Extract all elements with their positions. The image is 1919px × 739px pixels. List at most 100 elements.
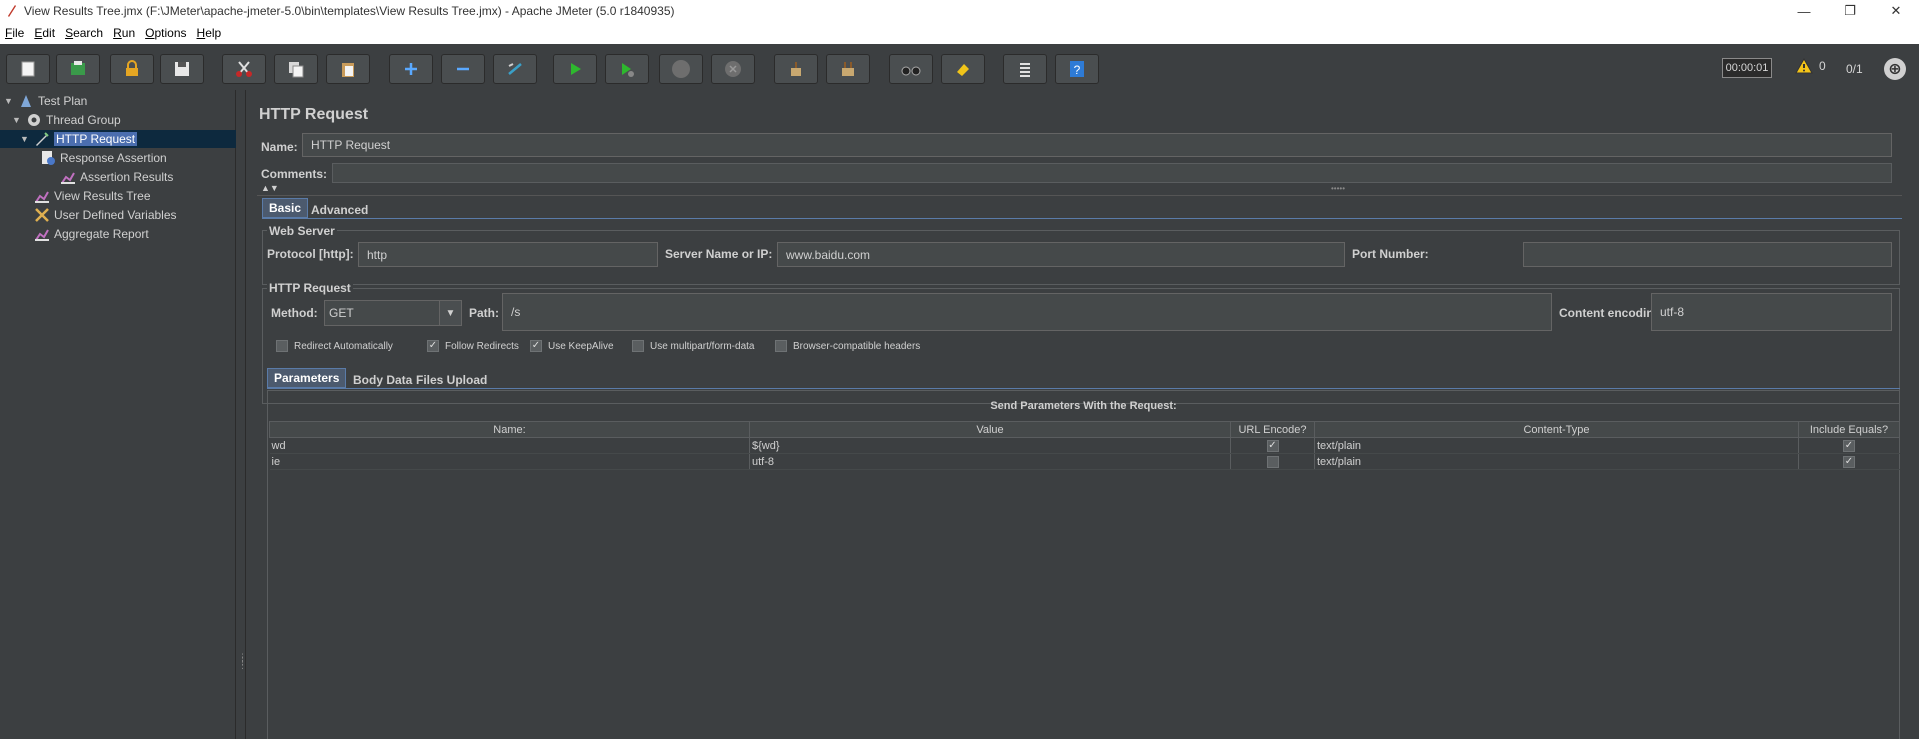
menu-search[interactable]: Search: [60, 26, 108, 40]
tree-item-assertion-results[interactable]: Assertion Results: [60, 168, 173, 186]
name-field[interactable]: HTTP Request: [302, 133, 1892, 157]
warning-icon: [1795, 58, 1813, 74]
tree-label: HTTP Request: [54, 132, 138, 146]
column-header-include-equals[interactable]: Include Equals?: [1798, 421, 1900, 438]
include-equals-cell[interactable]: ✓: [1798, 437, 1900, 454]
collapse-icon[interactable]: ▼: [20, 134, 30, 144]
param-name-cell[interactable]: wd: [269, 437, 750, 454]
checkbox-box[interactable]: [276, 340, 288, 352]
tree-item-test-plan[interactable]: ▼ Test Plan: [4, 92, 87, 110]
split-pane-divider[interactable]: ⋮ ⋮ ⋮: [236, 90, 247, 739]
cut-button[interactable]: [222, 54, 266, 84]
tree-item-user-defined-variables[interactable]: User Defined Variables: [34, 206, 177, 224]
toggle-button[interactable]: [493, 54, 537, 84]
menu-file[interactable]: File: [0, 26, 29, 40]
elapsed-timer: 00:00:01: [1722, 58, 1772, 78]
tab-basic[interactable]: Basic: [262, 198, 309, 218]
stop-button[interactable]: [659, 54, 703, 84]
help-button[interactable]: ?: [1055, 54, 1099, 84]
encoding-field[interactable]: utf-8: [1651, 293, 1892, 331]
tree-item-thread-group[interactable]: ▼ Thread Group: [12, 111, 121, 129]
follow-redirects-checkbox[interactable]: ✓ Follow Redirects: [427, 340, 519, 352]
table-row[interactable]: ie utf-8 text/plain ✓: [269, 453, 1900, 470]
redirect-automatically-checkbox[interactable]: Redirect Automatically: [276, 340, 393, 352]
tab-advanced[interactable]: Advanced: [305, 200, 374, 220]
new-button[interactable]: [6, 54, 50, 84]
close-button[interactable]: ✕: [1873, 0, 1919, 22]
include-equals-cell[interactable]: ✓: [1798, 453, 1900, 470]
open-button[interactable]: [110, 54, 154, 84]
url-encode-cell[interactable]: ✓: [1230, 437, 1315, 454]
checkbox-box[interactable]: [1266, 455, 1279, 468]
use-keepalive-checkbox[interactable]: ✓ Use KeepAlive: [530, 340, 614, 352]
start-no-pauses-button[interactable]: [605, 54, 649, 84]
checkbox-box[interactable]: [775, 340, 787, 352]
menu-options[interactable]: Options: [140, 26, 191, 40]
reset-search-button[interactable]: [941, 54, 985, 84]
paste-button[interactable]: [326, 54, 370, 84]
clear-button[interactable]: [774, 54, 818, 84]
comments-field[interactable]: [332, 163, 1892, 183]
column-header-name[interactable]: Name:: [269, 421, 750, 438]
collapse-all-button[interactable]: [441, 54, 485, 84]
chevron-down-icon[interactable]: ▼: [439, 301, 461, 325]
checkmark-icon[interactable]: ✓: [1843, 439, 1855, 452]
shutdown-button[interactable]: [711, 54, 755, 84]
checkmark-icon[interactable]: ✓: [530, 340, 542, 352]
vertical-scrollbar[interactable]: [1902, 90, 1918, 739]
port-field[interactable]: [1523, 242, 1892, 267]
checkmark-icon[interactable]: ✓: [1843, 455, 1855, 468]
start-button[interactable]: [553, 54, 597, 84]
remote-globe-icon[interactable]: ⊕: [1884, 58, 1906, 80]
column-header-url-encode[interactable]: URL Encode?: [1230, 421, 1315, 438]
expand-collapse-arrows-icon[interactable]: ▲▼: [261, 183, 279, 193]
column-header-content-type[interactable]: Content-Type: [1314, 421, 1799, 438]
tab-files-upload[interactable]: Files Upload: [410, 370, 493, 390]
function-helper-button[interactable]: [1003, 54, 1047, 84]
menu-help[interactable]: Help: [192, 26, 227, 40]
tree-label: Thread Group: [46, 113, 121, 127]
tab-body-data[interactable]: Body Data: [347, 370, 418, 390]
url-encode-cell[interactable]: [1230, 453, 1315, 470]
tree-item-http-request[interactable]: ▼ HTTP Request: [20, 130, 138, 148]
toggle-icon: [508, 63, 522, 75]
param-value-cell[interactable]: utf-8: [749, 453, 1231, 470]
table-row[interactable]: wd ${wd} ✓ text/plain ✓: [269, 437, 1900, 454]
restore-button[interactable]: ❐: [1827, 0, 1873, 22]
menu-edit[interactable]: Edit: [29, 26, 60, 40]
clear-all-button[interactable]: [826, 54, 870, 84]
tab-parameters[interactable]: Parameters: [267, 368, 347, 388]
collapse-icon[interactable]: ▼: [12, 115, 22, 125]
server-field[interactable]: www.baidu.com: [777, 242, 1345, 267]
column-header-value[interactable]: Value: [749, 421, 1231, 438]
search-button[interactable]: [889, 54, 933, 84]
path-field[interactable]: /s: [502, 293, 1552, 331]
checkbox-box[interactable]: [632, 340, 644, 352]
warning-indicator[interactable]: 0: [1795, 58, 1826, 74]
broom-icon: [791, 62, 801, 76]
copy-button[interactable]: [274, 54, 318, 84]
param-name-cell[interactable]: ie: [269, 453, 750, 470]
param-value-cell[interactable]: ${wd}: [749, 437, 1231, 454]
browser-compatible-headers-checkbox[interactable]: Browser-compatible headers: [775, 340, 920, 352]
protocol-field[interactable]: http: [358, 242, 658, 267]
minimize-button[interactable]: —: [1781, 0, 1827, 22]
use-multipart-checkbox[interactable]: Use multipart/form-data: [632, 340, 754, 352]
save-button[interactable]: [160, 54, 204, 84]
tree-item-aggregate-report[interactable]: Aggregate Report: [34, 225, 149, 243]
save-icon: [175, 62, 189, 76]
templates-button[interactable]: [56, 54, 100, 84]
content-type-cell[interactable]: text/plain: [1314, 437, 1799, 454]
checkmark-icon[interactable]: ✓: [1266, 439, 1279, 452]
tree-item-view-results-tree[interactable]: View Results Tree: [34, 187, 151, 205]
tree-item-response-assertion[interactable]: Response Assertion: [40, 149, 167, 167]
method-select[interactable]: GET ▼: [324, 300, 462, 326]
chart-icon: [34, 226, 50, 242]
checkmark-icon[interactable]: ✓: [427, 340, 439, 352]
collapse-icon[interactable]: ▼: [4, 96, 14, 106]
divider-grip-icon[interactable]: •••••: [1331, 184, 1345, 193]
web-server-legend: Web Server: [267, 224, 337, 238]
content-type-cell[interactable]: text/plain: [1314, 453, 1799, 470]
menu-run[interactable]: Run: [108, 26, 140, 40]
expand-all-button[interactable]: [389, 54, 433, 84]
